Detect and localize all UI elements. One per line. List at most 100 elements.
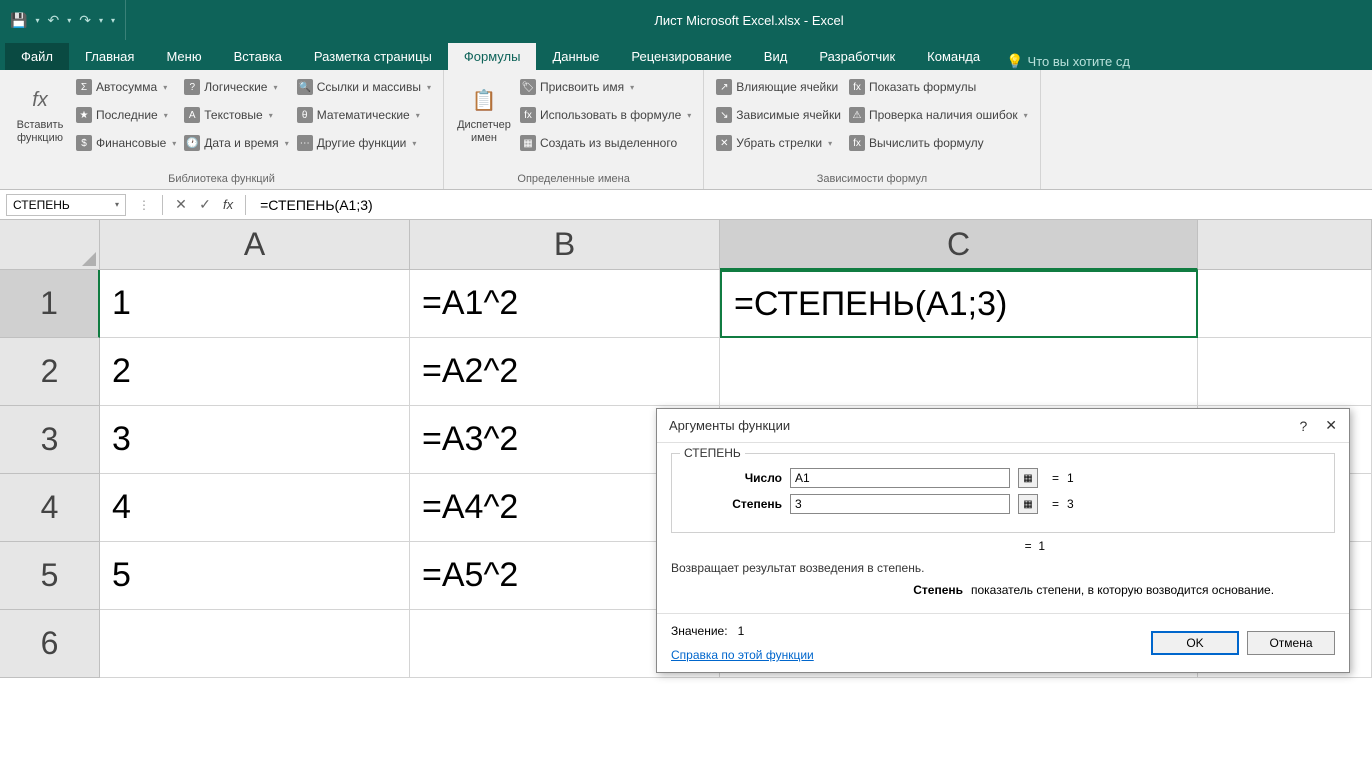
redo-caret[interactable]: ▾ bbox=[99, 16, 103, 25]
text-icon: A bbox=[184, 107, 200, 123]
selection-icon: ▦ bbox=[520, 135, 536, 151]
cell-a5[interactable]: 5 bbox=[100, 542, 410, 610]
row-header-1[interactable]: 1 bbox=[0, 270, 100, 338]
window-title: Лист Microsoft Excel.xlsx - Excel bbox=[126, 13, 1372, 28]
tag-icon: 🏷 bbox=[520, 79, 536, 95]
insert-function-button[interactable]: fx Вставить функцию bbox=[8, 74, 72, 156]
select-all-corner[interactable] bbox=[0, 220, 100, 270]
more-icon: ⋯ bbox=[297, 135, 313, 151]
group-label-library: Библиотека функций bbox=[8, 171, 435, 185]
tell-me-search[interactable]: 💡 Что вы хотите сд bbox=[1006, 53, 1130, 70]
arg2-input[interactable] bbox=[790, 494, 1010, 514]
remove-arrows-button[interactable]: ✕Убрать стрелки▾ bbox=[712, 130, 845, 156]
evaluate-formula-button[interactable]: fxВычислить формулу bbox=[845, 130, 1032, 156]
trace-dependents-button[interactable]: ↘Зависимые ячейки bbox=[712, 102, 845, 128]
enter-formula-icon[interactable]: ✓ bbox=[193, 196, 217, 213]
tab-page-layout[interactable]: Разметка страницы bbox=[298, 43, 448, 70]
name-manager-button[interactable]: 📋 Диспетчер имен bbox=[452, 74, 516, 156]
other-functions-button[interactable]: ⋯Другие функции▾ bbox=[293, 130, 435, 156]
cell-a4[interactable]: 4 bbox=[100, 474, 410, 542]
row-header-5[interactable]: 5 bbox=[0, 542, 100, 610]
function-help-link[interactable]: Справка по этой функции bbox=[671, 648, 814, 662]
logical-label: Логические bbox=[204, 80, 267, 94]
dialog-titlebar[interactable]: Аргументы функции ? ✕ bbox=[657, 409, 1349, 443]
logical-button[interactable]: ?Логические▾ bbox=[180, 74, 292, 100]
eval-label: Вычислить формулу bbox=[869, 136, 984, 150]
tab-view[interactable]: Вид bbox=[748, 43, 804, 70]
autosum-label: Автосумма bbox=[96, 80, 157, 94]
tab-formulas[interactable]: Формулы bbox=[448, 43, 537, 70]
ok-button[interactable]: OK bbox=[1151, 631, 1239, 655]
tab-developer[interactable]: Разработчик bbox=[803, 43, 911, 70]
ribbon-group-library: fx Вставить функцию ΣАвтосумма▾ ★Последн… bbox=[0, 70, 444, 189]
cell-a3[interactable]: 3 bbox=[100, 406, 410, 474]
name-box-dropdown-icon[interactable]: ▾ bbox=[115, 200, 119, 209]
arg2-ref-button[interactable]: ▦ bbox=[1018, 494, 1038, 514]
undo-icon[interactable]: ↶ bbox=[47, 12, 59, 29]
insert-function-label: Вставить функцию bbox=[12, 119, 68, 145]
tab-file[interactable]: Файл bbox=[5, 43, 69, 70]
cell-c1[interactable]: =СТЕПЕНЬ(A1;3) bbox=[720, 270, 1198, 338]
fx-icon: fx bbox=[24, 85, 56, 117]
math-button[interactable]: θМатематические▾ bbox=[293, 102, 435, 128]
cell-d2[interactable] bbox=[1198, 338, 1372, 406]
define-name-label: Присвоить имя bbox=[540, 80, 624, 94]
cell-a2[interactable]: 2 bbox=[100, 338, 410, 406]
text-button[interactable]: AТекстовые▾ bbox=[180, 102, 292, 128]
error-check-button[interactable]: ⚠Проверка наличия ошибок▾ bbox=[845, 102, 1032, 128]
col-header-a[interactable]: A bbox=[100, 220, 410, 270]
arg1-ref-button[interactable]: ▦ bbox=[1018, 468, 1038, 488]
fx-icon[interactable]: fx bbox=[223, 197, 233, 212]
cell-b2[interactable]: =A2^2 bbox=[410, 338, 720, 406]
math-label: Математические bbox=[317, 108, 410, 122]
financial-button[interactable]: $Финансовые▾ bbox=[72, 130, 180, 156]
define-name-button[interactable]: 🏷Присвоить имя▾ bbox=[516, 74, 695, 100]
lookup-label: Ссылки и массивы bbox=[317, 80, 421, 94]
name-manager-icon: 📋 bbox=[468, 85, 500, 117]
tab-team[interactable]: Команда bbox=[911, 43, 996, 70]
use-in-formula-button[interactable]: fxИспользовать в формуле▾ bbox=[516, 102, 695, 128]
tab-data[interactable]: Данные bbox=[536, 43, 615, 70]
col-header-d[interactable] bbox=[1198, 220, 1372, 270]
formula-input[interactable] bbox=[252, 194, 1372, 216]
formula-bar: СТЕПЕНЬ ▾ ⋮ ✕ ✓ fx bbox=[0, 190, 1372, 220]
dialog-close-icon[interactable]: ✕ bbox=[1325, 417, 1337, 434]
tab-insert[interactable]: Вставка bbox=[218, 43, 298, 70]
tab-home[interactable]: Главная bbox=[69, 43, 150, 70]
tab-menu[interactable]: Меню bbox=[150, 43, 217, 70]
value-label: Значение: bbox=[671, 624, 728, 638]
trace-dep-label: Зависимые ячейки bbox=[736, 108, 841, 122]
title-bar: 💾 ▾ ↶ ▾ ↷ ▾ ▾ Лист Microsoft Excel.xlsx … bbox=[0, 0, 1372, 40]
datetime-button[interactable]: 🕐Дата и время▾ bbox=[180, 130, 292, 156]
dialog-help-icon[interactable]: ? bbox=[1299, 418, 1307, 434]
redo-icon[interactable]: ↷ bbox=[79, 12, 91, 29]
trace-precedents-button[interactable]: ↗Влияющие ячейки bbox=[712, 74, 845, 100]
text-label: Текстовые bbox=[204, 108, 262, 122]
cell-d1[interactable] bbox=[1198, 270, 1372, 338]
cell-c2[interactable] bbox=[720, 338, 1198, 406]
recent-functions-button[interactable]: ★Последние▾ bbox=[72, 102, 180, 128]
undo-caret[interactable]: ▾ bbox=[67, 16, 71, 25]
arg1-input[interactable] bbox=[790, 468, 1010, 488]
cell-b1[interactable]: =A1^2 bbox=[410, 270, 720, 338]
save-icon[interactable]: 💾 bbox=[10, 12, 27, 29]
col-header-c[interactable]: C bbox=[720, 220, 1198, 270]
ribbon-group-defined-names: 📋 Диспетчер имен 🏷Присвоить имя▾ fxИспол… bbox=[444, 70, 704, 189]
cancel-button[interactable]: Отмена bbox=[1247, 631, 1335, 655]
lookup-button[interactable]: 🔍Ссылки и массивы▾ bbox=[293, 74, 435, 100]
row-header-2[interactable]: 2 bbox=[0, 338, 100, 406]
autosum-button[interactable]: ΣАвтосумма▾ bbox=[72, 74, 180, 100]
tab-review[interactable]: Рецензирование bbox=[615, 43, 747, 70]
row-header-4[interactable]: 4 bbox=[0, 474, 100, 542]
cell-a6[interactable] bbox=[100, 610, 410, 678]
cancel-formula-icon[interactable]: ✕ bbox=[169, 196, 193, 213]
show-formulas-button[interactable]: fxПоказать формулы bbox=[845, 74, 1032, 100]
create-from-selection-button[interactable]: ▦Создать из выделенного bbox=[516, 130, 695, 156]
row-header-6[interactable]: 6 bbox=[0, 610, 100, 678]
row-header-3[interactable]: 3 bbox=[0, 406, 100, 474]
qat-customize[interactable]: ▾ bbox=[111, 16, 115, 25]
name-box[interactable]: СТЕПЕНЬ ▾ bbox=[6, 194, 126, 216]
cell-a1[interactable]: 1 bbox=[100, 270, 410, 338]
fb-expand-icon[interactable]: ⋮ bbox=[132, 198, 156, 212]
col-header-b[interactable]: B bbox=[410, 220, 720, 270]
